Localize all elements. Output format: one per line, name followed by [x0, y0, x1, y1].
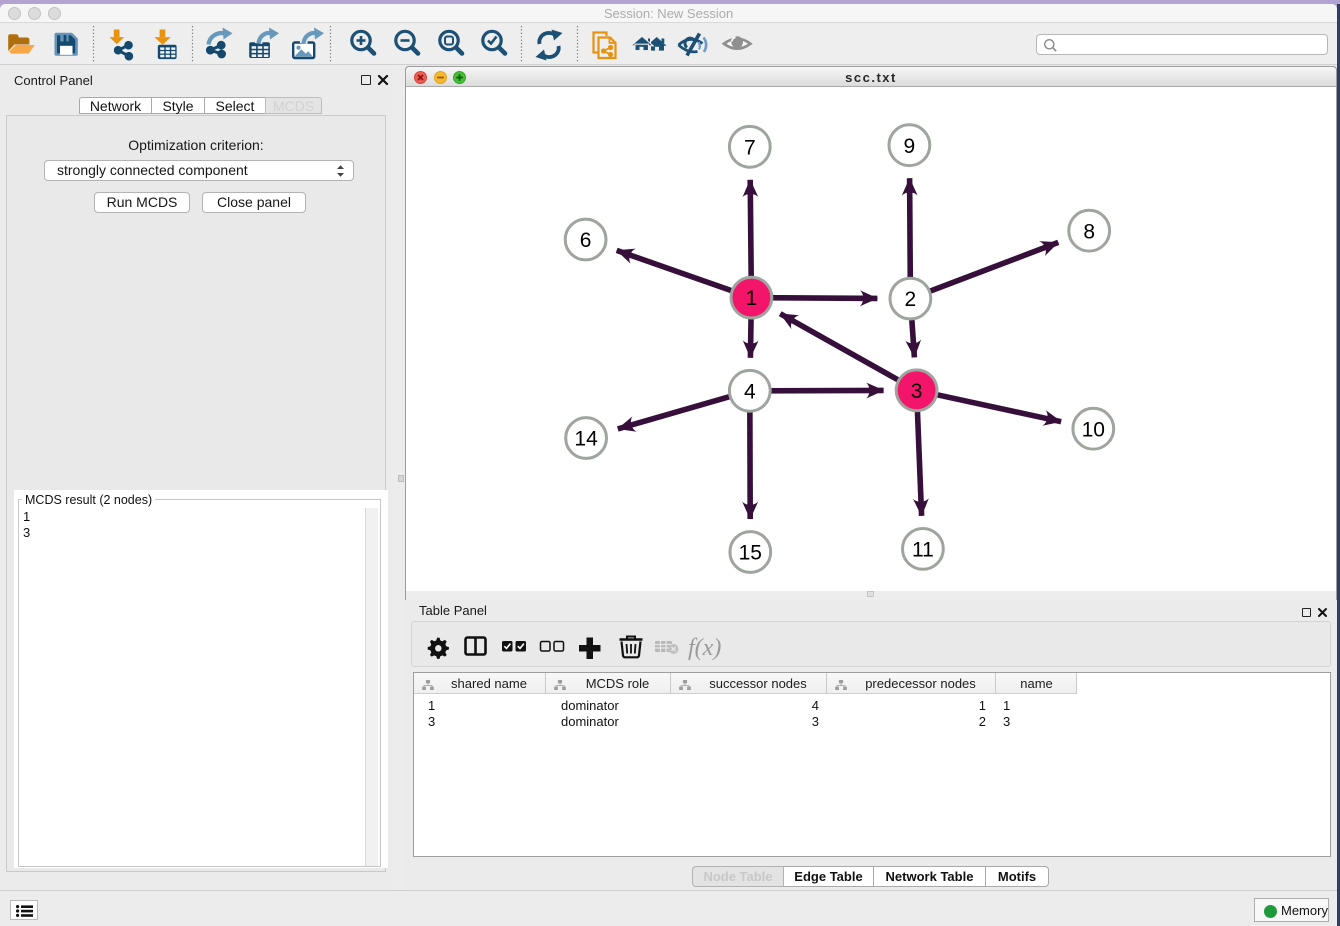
- svg-text:9: 9: [904, 135, 916, 158]
- svg-text:4: 4: [744, 380, 756, 403]
- svg-text:2: 2: [905, 288, 917, 311]
- svg-text:8: 8: [1083, 220, 1095, 243]
- svg-text:3: 3: [911, 380, 923, 403]
- svg-text:14: 14: [574, 428, 598, 451]
- svg-text:7: 7: [744, 136, 756, 159]
- svg-text:1: 1: [746, 287, 758, 310]
- svg-text:f(x): f(x): [688, 635, 721, 661]
- svg-text:11: 11: [912, 539, 934, 562]
- svg-text:6: 6: [580, 229, 592, 252]
- svg-text:15: 15: [739, 542, 762, 565]
- svg-text:10: 10: [1082, 418, 1105, 441]
